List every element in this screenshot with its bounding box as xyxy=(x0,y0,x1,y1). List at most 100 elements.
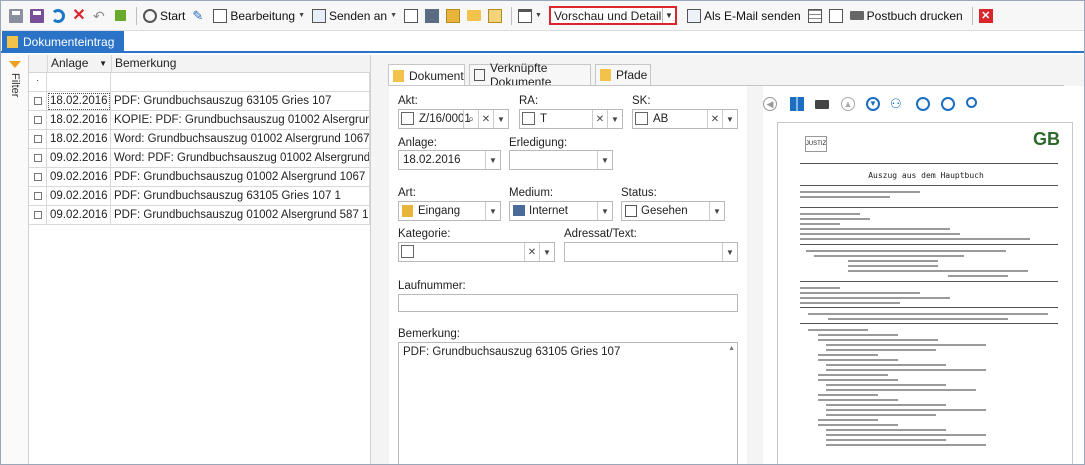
row-checkbox[interactable] xyxy=(34,192,42,200)
row-select-cell[interactable] xyxy=(29,206,47,225)
email-button[interactable]: Als E-Mail senden xyxy=(685,5,803,27)
adressat-select[interactable]: ▼ xyxy=(564,242,738,262)
print-icon[interactable] xyxy=(815,100,829,109)
search-icon[interactable]: ⌕ xyxy=(463,110,478,128)
clear-icon[interactable]: ✕ xyxy=(478,110,493,128)
close-icon[interactable]: ✕ xyxy=(124,34,135,50)
view-mode-select[interactable]: Vorschau und Detail ▼ xyxy=(548,6,677,25)
refresh-button[interactable] xyxy=(49,5,67,27)
scanner-button[interactable] xyxy=(423,5,441,27)
filter-cell-bemerkung[interactable] xyxy=(111,73,370,92)
sk-field[interactable]: AB ✕ ▼ xyxy=(632,109,738,129)
clear-icon[interactable]: ✕ xyxy=(707,110,722,128)
table-row[interactable]: 09.02.2016 PDF: Grundbuchsauszug 01002 A… xyxy=(29,168,371,187)
chevron-down-icon[interactable]: ▼ xyxy=(661,8,675,23)
anlage-date-field[interactable]: 18.02.2016 ▼ xyxy=(398,150,501,170)
table-row[interactable]: 18.02.2016 KOPIE: PDF: Grundbuchsauszug 0… xyxy=(29,111,371,130)
scroll-down-icon[interactable]: ▼ xyxy=(866,97,880,111)
chevron-down-icon[interactable]: ▼ xyxy=(493,110,508,128)
clear-icon[interactable]: ✕ xyxy=(524,243,539,261)
row-checkbox[interactable] xyxy=(34,135,42,143)
row-select-cell[interactable] xyxy=(29,149,47,168)
status-select[interactable]: Gesehen ▼ xyxy=(621,201,725,221)
bemerkung-cell[interactable]: Word: PDF: Grundbuchsauszug 01002 Alserg… xyxy=(111,149,370,168)
row-checkbox[interactable] xyxy=(34,173,42,181)
row-checkbox[interactable] xyxy=(34,116,42,124)
bearbeitung-menu[interactable]: Bearbeitung ▼ xyxy=(211,5,307,27)
zoom-out-icon[interactable] xyxy=(916,97,930,111)
table-row[interactable]: 09.02.2016 PDF: Grundbuchsauszug 01002 Al… xyxy=(29,206,371,225)
copy-button[interactable] xyxy=(444,5,462,27)
table-row[interactable]: 09.02.2016 PDF: Grundbuchsauszug 63105 Gr… xyxy=(29,187,371,206)
bemerkung-cell[interactable]: PDF: Grundbuchsauszug 63105 Gries 107 1 xyxy=(111,187,370,206)
bemerkung-cell[interactable]: PDF: Grundbuchsauszug 01002 Alsergrund 1… xyxy=(111,168,370,187)
akt-field[interactable]: Z/16/0001 ⌕ ✕ ▼ xyxy=(398,109,509,129)
bemerkung-cell[interactable]: Word: Grundbuchsauszug 01002 Alsergrund … xyxy=(111,130,370,149)
filter-panel[interactable]: Filter xyxy=(1,55,29,464)
binoculars-icon[interactable]: ⚇ xyxy=(890,97,904,111)
clipboard-button[interactable] xyxy=(486,5,504,27)
row-select-cell[interactable] xyxy=(29,111,47,130)
tab-dokumenteintrag[interactable]: Dokumenteintrag ✕ xyxy=(2,31,135,53)
window-layout-menu[interactable]: ▼ xyxy=(516,5,544,27)
anlage-cell[interactable]: 18.02.2016 xyxy=(47,130,111,149)
chevron-down-icon[interactable]: ▼ xyxy=(722,110,737,128)
row-select-cell[interactable] xyxy=(29,130,47,149)
ra-field[interactable]: T ✕ ▼ xyxy=(519,109,623,129)
new-button[interactable] xyxy=(827,5,845,27)
row-checkbox[interactable] xyxy=(34,97,42,105)
anlage-cell[interactable]: 09.02.2016 xyxy=(47,168,111,187)
row-checkbox[interactable] xyxy=(34,154,42,162)
row-select-cell[interactable] xyxy=(29,187,47,206)
row-select-cell[interactable] xyxy=(29,92,47,111)
postbuch-button[interactable]: Postbuch drucken xyxy=(848,5,965,27)
filter-cell-anlage[interactable] xyxy=(47,73,111,92)
anlage-cell[interactable]: 18.02.2016 xyxy=(47,92,111,111)
tab-dokument[interactable]: Dokument xyxy=(388,64,465,86)
table-row[interactable]: 18.02.2016 PDF: Grundbuchsauszug 63105 Gr… xyxy=(29,92,371,111)
row-checkbox[interactable] xyxy=(34,211,42,219)
anlage-cell[interactable]: 09.02.2016 xyxy=(47,187,111,206)
folder-button[interactable] xyxy=(465,5,483,27)
anlage-cell[interactable]: 18.02.2016 xyxy=(47,111,111,130)
chevron-down-icon[interactable]: ▼ xyxy=(485,151,500,169)
table-row[interactable]: 18.02.2016 Word: Grundbuchsauszug 01002 A… xyxy=(29,130,371,149)
kategorie-select[interactable]: ✕ ▼ xyxy=(398,242,555,262)
filter-row[interactable]: ᛫ xyxy=(29,73,371,92)
column-header-bemerkung[interactable]: Bemerkung xyxy=(111,55,370,73)
scroll-up-icon[interactable]: ▲ xyxy=(728,345,735,352)
zoom-in-icon[interactable] xyxy=(941,97,955,111)
save-as-button[interactable] xyxy=(28,5,46,27)
erledigung-date-field[interactable]: ▼ xyxy=(509,150,613,170)
chevron-down-icon[interactable]: ▼ xyxy=(709,202,724,220)
scroll-up-icon[interactable]: ▲ xyxy=(841,97,855,111)
start-button[interactable]: Start xyxy=(141,5,187,27)
scan-button[interactable] xyxy=(402,5,420,27)
anlage-cell[interactable]: 09.02.2016 xyxy=(47,149,111,168)
windows-icon[interactable] xyxy=(790,97,804,111)
search-icon[interactable] xyxy=(966,97,977,108)
undo-button[interactable]: ↶ xyxy=(91,5,109,27)
art-select[interactable]: Eingang ▼ xyxy=(398,201,501,221)
delete-button[interactable]: ✕ xyxy=(70,5,88,27)
stop-button[interactable] xyxy=(112,5,129,27)
clear-icon[interactable]: ✕ xyxy=(592,110,607,128)
chevron-down-icon[interactable]: ▼ xyxy=(607,110,622,128)
bemerkung-cell[interactable]: PDF: Grundbuchsauszug 01002 Alsergrund 5… xyxy=(111,206,370,225)
tab-pfade[interactable]: Pfade xyxy=(595,64,651,85)
save-button[interactable] xyxy=(7,5,25,27)
back-icon[interactable]: ◀ xyxy=(763,97,777,111)
table-button[interactable] xyxy=(806,5,824,27)
laufnummer-input[interactable] xyxy=(398,294,738,312)
chevron-down-icon[interactable]: ▼ xyxy=(597,151,612,169)
edit-button[interactable]: ✎ xyxy=(190,5,208,27)
column-header-anlage[interactable]: Anlage ▼ xyxy=(47,55,111,73)
bemerkung-textarea[interactable]: PDF: Grundbuchsauszug 63105 Gries 107 ▲ xyxy=(398,342,738,464)
table-row[interactable]: 09.02.2016 Word: PDF: Grundbuchsauszug 01… xyxy=(29,149,371,168)
chevron-down-icon[interactable]: ▼ xyxy=(722,243,737,261)
anlage-cell[interactable]: 09.02.2016 xyxy=(47,206,111,225)
senden-an-menu[interactable]: Senden an ▼ xyxy=(310,5,399,27)
chevron-down-icon[interactable]: ▼ xyxy=(539,243,554,261)
row-select-cell[interactable] xyxy=(29,168,47,187)
bemerkung-cell[interactable]: PDF: Grundbuchsauszug 63105 Gries 107 xyxy=(111,92,370,111)
